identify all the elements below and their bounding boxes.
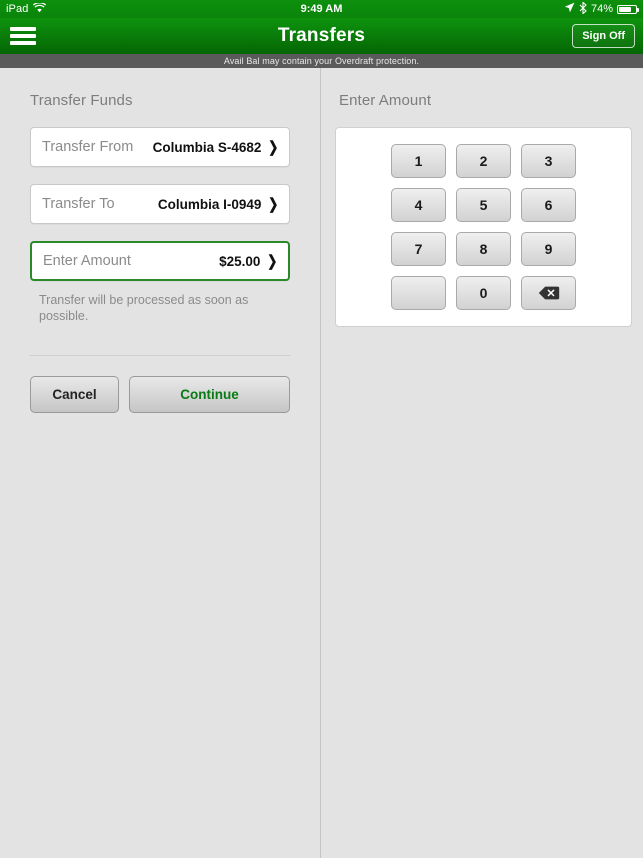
status-bar-right: 74%	[564, 0, 639, 17]
page-title: Transfers	[277, 25, 366, 46]
keypad-key-1[interactable]: 1	[391, 144, 446, 178]
transfer-from-value: Columbia S-4682	[152, 139, 262, 155]
cancel-button[interactable]: Cancel	[30, 375, 119, 413]
chevron-right-icon: ❯	[267, 252, 278, 270]
transfer-to-value: Columbia I-0949	[157, 196, 262, 212]
wifi-icon	[33, 1, 47, 16]
keypad-row: 4 5 6	[391, 188, 576, 222]
keypad-key-6[interactable]: 6	[521, 188, 576, 222]
keypad-row: 1 2 3	[391, 144, 576, 178]
enter-amount-heading: Enter Amount	[339, 92, 432, 109]
keypad-key-4[interactable]: 4	[391, 188, 446, 222]
keypad-key-7[interactable]: 7	[391, 232, 446, 266]
keypad-key-8[interactable]: 8	[456, 232, 511, 266]
backspace-delete-icon	[538, 286, 560, 300]
main-content: Transfer Funds Transfer From Columbia S-…	[0, 68, 643, 858]
keypad-key-backspace[interactable]	[521, 276, 576, 310]
keypad-key-0[interactable]: 0	[456, 276, 511, 310]
location-arrow-icon	[564, 2, 575, 16]
chevron-right-icon: ❯	[268, 138, 279, 156]
keypad-key-9[interactable]: 9	[521, 232, 576, 266]
continue-button[interactable]: Continue	[129, 375, 290, 413]
device-name-label: iPad	[6, 3, 29, 15]
battery-icon	[617, 4, 639, 14]
keypad-row: 7 8 9	[391, 232, 576, 266]
battery-percent-label: 74%	[590, 3, 613, 15]
transfer-from-label: Transfer From	[42, 139, 134, 155]
section-divider	[30, 354, 290, 356]
chevron-right-icon: ❯	[268, 195, 279, 213]
numeric-keypad: 1 2 3 4 5 6 7 8 9 0	[335, 127, 632, 327]
transfer-funds-panel: Transfer Funds Transfer From Columbia S-…	[0, 68, 321, 858]
nav-bar: Transfers Sign Off	[0, 18, 643, 54]
keypad-key-3[interactable]: 3	[521, 144, 576, 178]
overdraft-notice-bar: Avail Bal may contain your Overdraft pro…	[0, 54, 643, 68]
keypad-row: 0	[391, 276, 576, 310]
keypad-key-5[interactable]: 5	[456, 188, 511, 222]
enter-amount-value: $25.00	[219, 253, 261, 269]
enter-amount-panel: Enter Amount 1 2 3 4 5 6 7 8 9 0	[321, 68, 643, 858]
transfer-to-field[interactable]: Transfer To Columbia I-0949 ❯	[30, 184, 290, 224]
transfer-funds-heading: Transfer Funds	[30, 92, 133, 109]
transfer-from-field[interactable]: Transfer From Columbia S-4682 ❯	[30, 127, 290, 167]
status-bar-left: iPad	[6, 1, 47, 16]
action-buttons: Cancel Continue	[30, 375, 290, 413]
transfer-to-label: Transfer To	[42, 196, 115, 212]
hamburger-menu-icon[interactable]	[10, 25, 36, 47]
status-bar: iPad 9:49 AM 74%	[0, 0, 643, 18]
enter-amount-label: Enter Amount	[43, 253, 131, 269]
keypad-key-blank	[391, 276, 446, 310]
status-bar-clock: 9:49 AM	[300, 3, 343, 15]
sign-off-button[interactable]: Sign Off	[572, 24, 635, 48]
bluetooth-icon	[579, 0, 587, 17]
transfer-helper-text: Transfer will be processed as soon as po…	[39, 293, 249, 324]
enter-amount-field[interactable]: Enter Amount $25.00 ❯	[30, 241, 290, 281]
keypad-key-2[interactable]: 2	[456, 144, 511, 178]
